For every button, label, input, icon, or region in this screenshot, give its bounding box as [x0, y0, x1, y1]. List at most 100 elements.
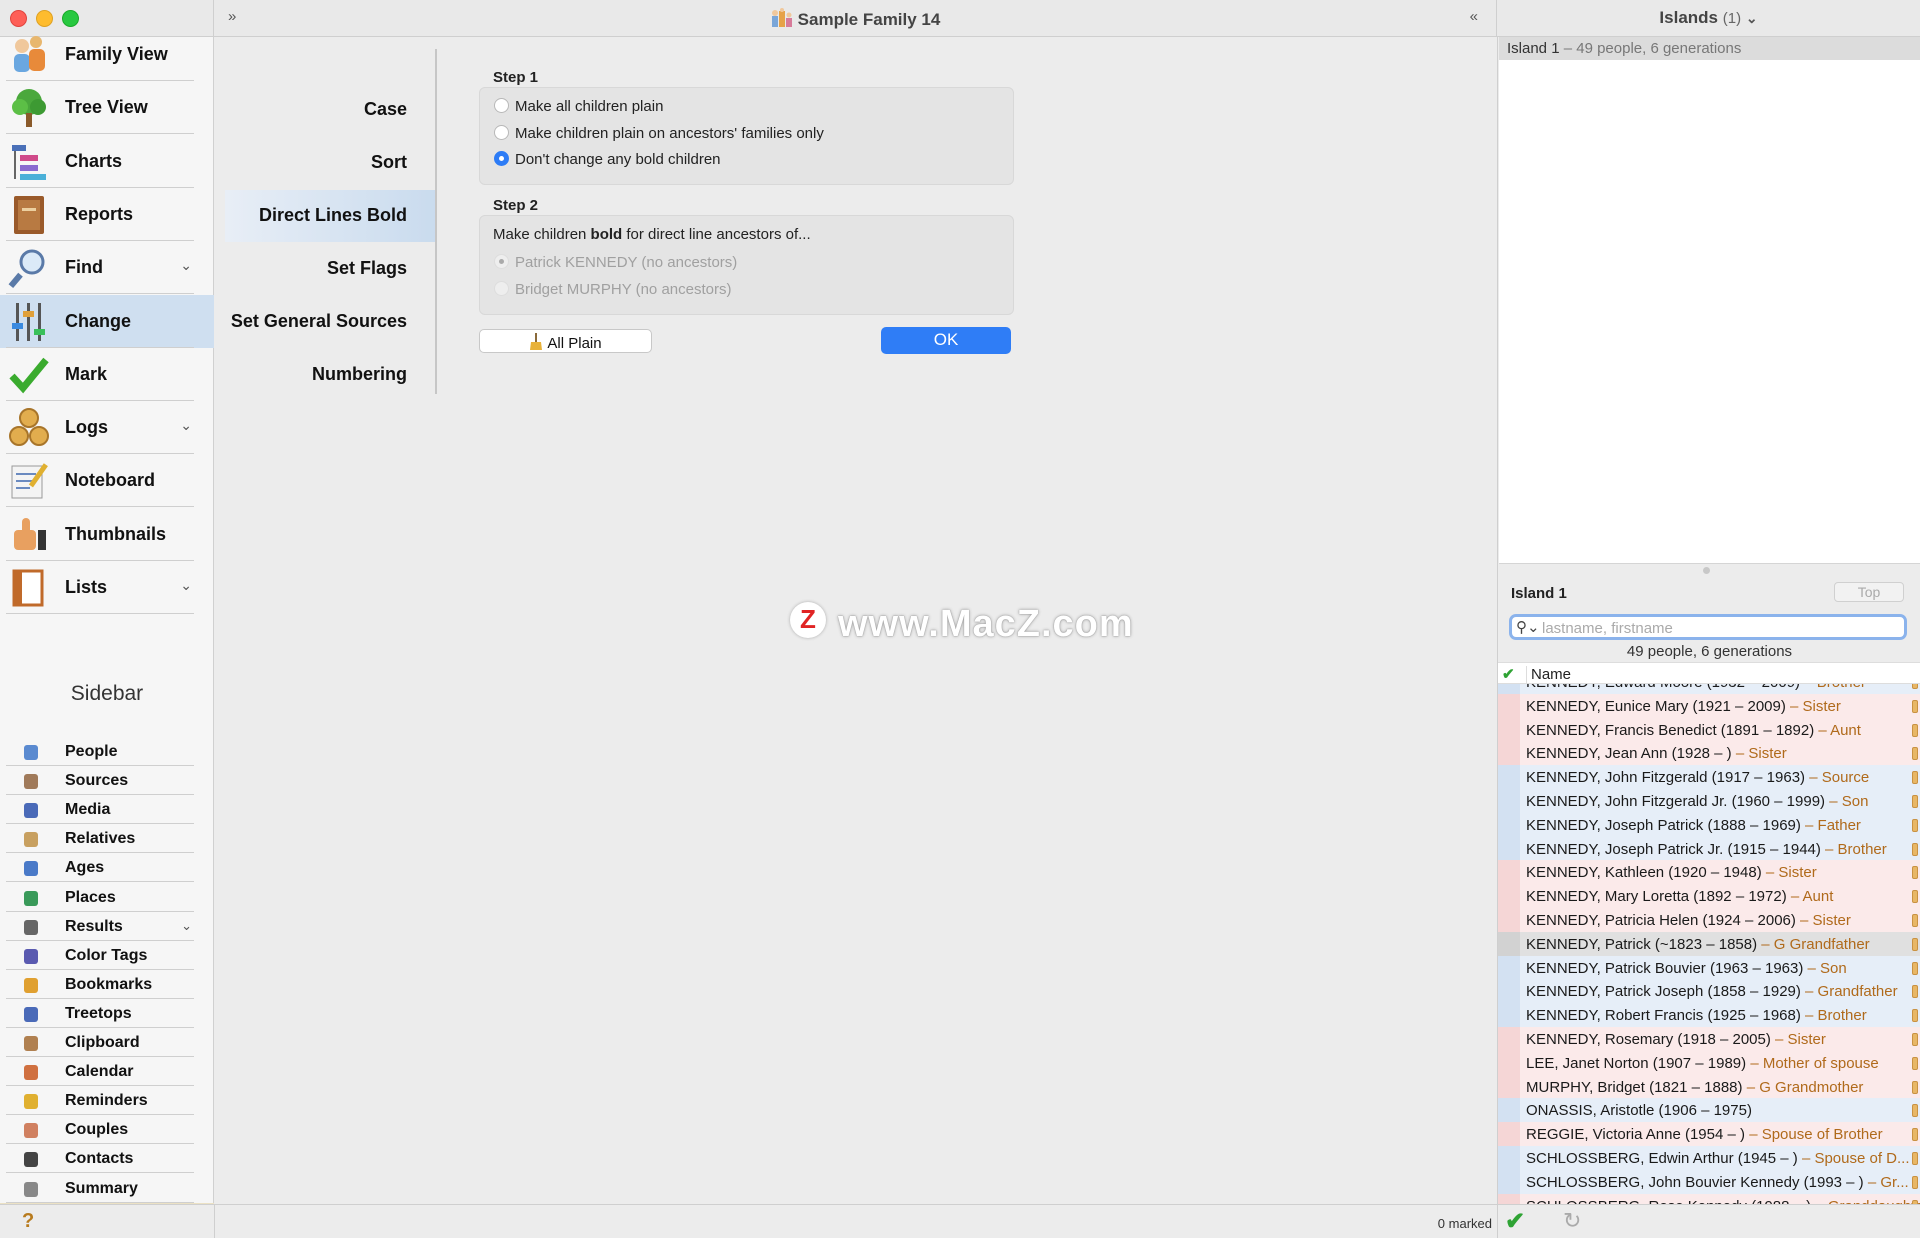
chevron-down-icon[interactable]: ⌄: [180, 577, 192, 594]
help-button[interactable]: ?: [22, 1210, 34, 1233]
mark-cell[interactable]: [1498, 693, 1520, 718]
sidebar-item-clipboard[interactable]: Clipboard: [0, 1028, 214, 1057]
mark-cell[interactable]: [1498, 931, 1520, 956]
radio-button[interactable]: [494, 151, 509, 166]
person-row[interactable]: KENNEDY, Patrick Bouvier (1963 – 1963) –…: [1498, 955, 1920, 980]
island-list-row[interactable]: Island 1 – 49 people, 6 generations: [1499, 37, 1920, 60]
person-row[interactable]: MURPHY, Bridget (1821 – 1888) – G Grandm…: [1498, 1074, 1920, 1099]
category-numbering[interactable]: Numbering: [225, 349, 437, 401]
mark-cell[interactable]: [1498, 860, 1520, 885]
ok-button[interactable]: OK: [881, 327, 1011, 354]
sidebar-item-couples[interactable]: Couples: [0, 1115, 214, 1145]
person-row[interactable]: KENNEDY, Eunice Mary (1921 – 2009) – Sis…: [1498, 693, 1920, 718]
islands-panel-title[interactable]: Islands (1) ⌄: [1497, 0, 1920, 37]
refresh-button[interactable]: ↻: [1563, 1208, 1581, 1234]
minimize-window-button[interactable]: [36, 10, 53, 27]
mark-cell[interactable]: [1498, 1074, 1520, 1099]
sidebar-item-results[interactable]: Results ⌄: [0, 912, 214, 941]
mark-cell[interactable]: [1498, 979, 1520, 1004]
person-row[interactable]: KENNEDY, Robert Francis (1925 – 1968) – …: [1498, 1003, 1920, 1027]
mark-cell[interactable]: [1498, 884, 1520, 908]
mark-cell[interactable]: [1498, 1026, 1520, 1051]
sidebar-item-relatives[interactable]: Relatives: [0, 824, 214, 854]
sidebar-item-ages[interactable]: Ages: [0, 853, 214, 883]
radio-option[interactable]: Don't change any bold children: [494, 151, 721, 168]
mark-cell[interactable]: [1498, 1169, 1520, 1194]
person-row[interactable]: KENNEDY, Edward Moore (1932 – 2009) – Br…: [1498, 684, 1920, 694]
category-set-flags[interactable]: Set Flags: [225, 243, 437, 295]
sidebar-item-media[interactable]: Media: [0, 795, 214, 825]
person-row[interactable]: KENNEDY, Jean Ann (1928 – ) – Sister: [1498, 741, 1920, 766]
sidebar-item-contacts[interactable]: Contacts: [0, 1144, 214, 1174]
sidebar-item-color-tags[interactable]: Color Tags: [0, 941, 214, 970]
nav-item-mark[interactable]: Mark: [0, 348, 214, 401]
mark-cell[interactable]: [1498, 1050, 1520, 1075]
chevron-down-icon[interactable]: ⌄: [180, 417, 192, 434]
person-row[interactable]: KENNEDY, Rosemary (1918 – 2005) – Sister: [1498, 1026, 1920, 1051]
mark-cell[interactable]: [1498, 717, 1520, 742]
radio-option[interactable]: Make children plain on ancestors' famili…: [494, 124, 824, 142]
mark-cell[interactable]: [1498, 765, 1520, 789]
category-set-general-sources[interactable]: Set General Sources: [225, 296, 437, 348]
category-sort[interactable]: Sort: [225, 137, 437, 189]
person-row[interactable]: KENNEDY, Mary Loretta (1892 – 1972) – Au…: [1498, 884, 1920, 908]
nav-item-charts[interactable]: Charts: [0, 135, 214, 188]
sidebar-item-people[interactable]: People: [0, 737, 214, 766]
nav-item-find[interactable]: Find ⌄: [0, 241, 214, 295]
nav-item-lists[interactable]: Lists ⌄: [0, 561, 214, 614]
mark-cell[interactable]: [1498, 684, 1520, 694]
person-row[interactable]: KENNEDY, Patrick Joseph (1858 – 1929) – …: [1498, 979, 1920, 1004]
mark-cell[interactable]: [1498, 907, 1520, 932]
radio-option[interactable]: Make all children plain: [494, 98, 663, 115]
mark-cell[interactable]: [1498, 788, 1520, 813]
mark-cell[interactable]: [1498, 836, 1520, 861]
people-search-field[interactable]: ⚲⌄: [1509, 614, 1907, 640]
mark-cell[interactable]: [1498, 812, 1520, 837]
person-row[interactable]: KENNEDY, Francis Benedict (1891 – 1892) …: [1498, 717, 1920, 742]
sidebar-item-reminders[interactable]: Reminders: [0, 1086, 214, 1116]
person-row[interactable]: KENNEDY, Patrick (~1823 – 1858) – G Gran…: [1498, 931, 1920, 956]
person-row[interactable]: KENNEDY, Patricia Helen (1924 – 2006) – …: [1498, 907, 1920, 932]
mark-cell[interactable]: [1498, 1098, 1520, 1123]
nav-item-tree-view[interactable]: Tree View: [0, 81, 214, 135]
nav-item-family-view[interactable]: Family View: [0, 28, 214, 81]
person-row[interactable]: KENNEDY, John Fitzgerald Jr. (1960 – 199…: [1498, 788, 1920, 813]
chevron-down-icon[interactable]: ⌄: [181, 918, 192, 934]
category-case[interactable]: Case: [225, 84, 437, 136]
person-row[interactable]: LEE, Janet Norton (1907 – 1989) – Mother…: [1498, 1050, 1920, 1075]
radio-button[interactable]: [494, 98, 509, 113]
person-row[interactable]: ONASSIS, Aristotle (1906 – 1975): [1498, 1098, 1920, 1123]
mark-cell[interactable]: [1498, 955, 1520, 980]
person-row[interactable]: KENNEDY, Joseph Patrick Jr. (1915 – 1944…: [1498, 836, 1920, 861]
search-icon[interactable]: ⚲⌄: [1516, 618, 1540, 636]
sidebar-item-treetops[interactable]: Treetops: [0, 999, 214, 1028]
sidebar-item-places[interactable]: Places: [0, 883, 214, 912]
mark-cell[interactable]: [1498, 1122, 1520, 1146]
radio-button[interactable]: [494, 124, 509, 140]
person-row[interactable]: KENNEDY, Joseph Patrick (1888 – 1969) – …: [1498, 812, 1920, 837]
nav-item-noteboard[interactable]: Noteboard: [0, 454, 214, 508]
people-search-input[interactable]: [1542, 618, 1892, 638]
collapse-right-panel-button[interactable]: «: [1470, 8, 1478, 25]
nav-item-reports[interactable]: Reports: [0, 188, 214, 241]
sidebar-item-summary[interactable]: Summary: [0, 1174, 214, 1203]
person-row[interactable]: SCHLOSSBERG, Edwin Arthur (1945 – ) – Sp…: [1498, 1145, 1920, 1170]
chevron-down-icon[interactable]: ⌄: [180, 257, 192, 274]
person-row[interactable]: KENNEDY, John Fitzgerald (1917 – 1963) –…: [1498, 765, 1920, 789]
split-handle[interactable]: [1703, 567, 1710, 574]
category-direct-lines-bold[interactable]: Direct Lines Bold: [225, 190, 437, 242]
mark-column-header[interactable]: ✔: [1502, 665, 1515, 683]
close-window-button[interactable]: [10, 10, 27, 27]
nav-item-thumbnails[interactable]: Thumbnails: [0, 508, 214, 561]
mark-cell[interactable]: [1498, 1003, 1520, 1027]
sidebar-item-bookmarks[interactable]: Bookmarks: [0, 970, 214, 999]
top-button[interactable]: Top: [1834, 582, 1904, 602]
zoom-window-button[interactable]: [62, 10, 79, 27]
mark-cell[interactable]: [1498, 741, 1520, 766]
all-plain-button[interactable]: All Plain: [479, 329, 652, 353]
person-row[interactable]: SCHLOSSBERG, John Bouvier Kennedy (1993 …: [1498, 1169, 1920, 1194]
name-column-header[interactable]: Name: [1526, 666, 1571, 683]
nav-item-logs[interactable]: Logs ⌄: [0, 401, 214, 455]
mark-all-button[interactable]: ✔: [1505, 1207, 1525, 1236]
sidebar-item-calendar[interactable]: Calendar: [0, 1057, 214, 1087]
